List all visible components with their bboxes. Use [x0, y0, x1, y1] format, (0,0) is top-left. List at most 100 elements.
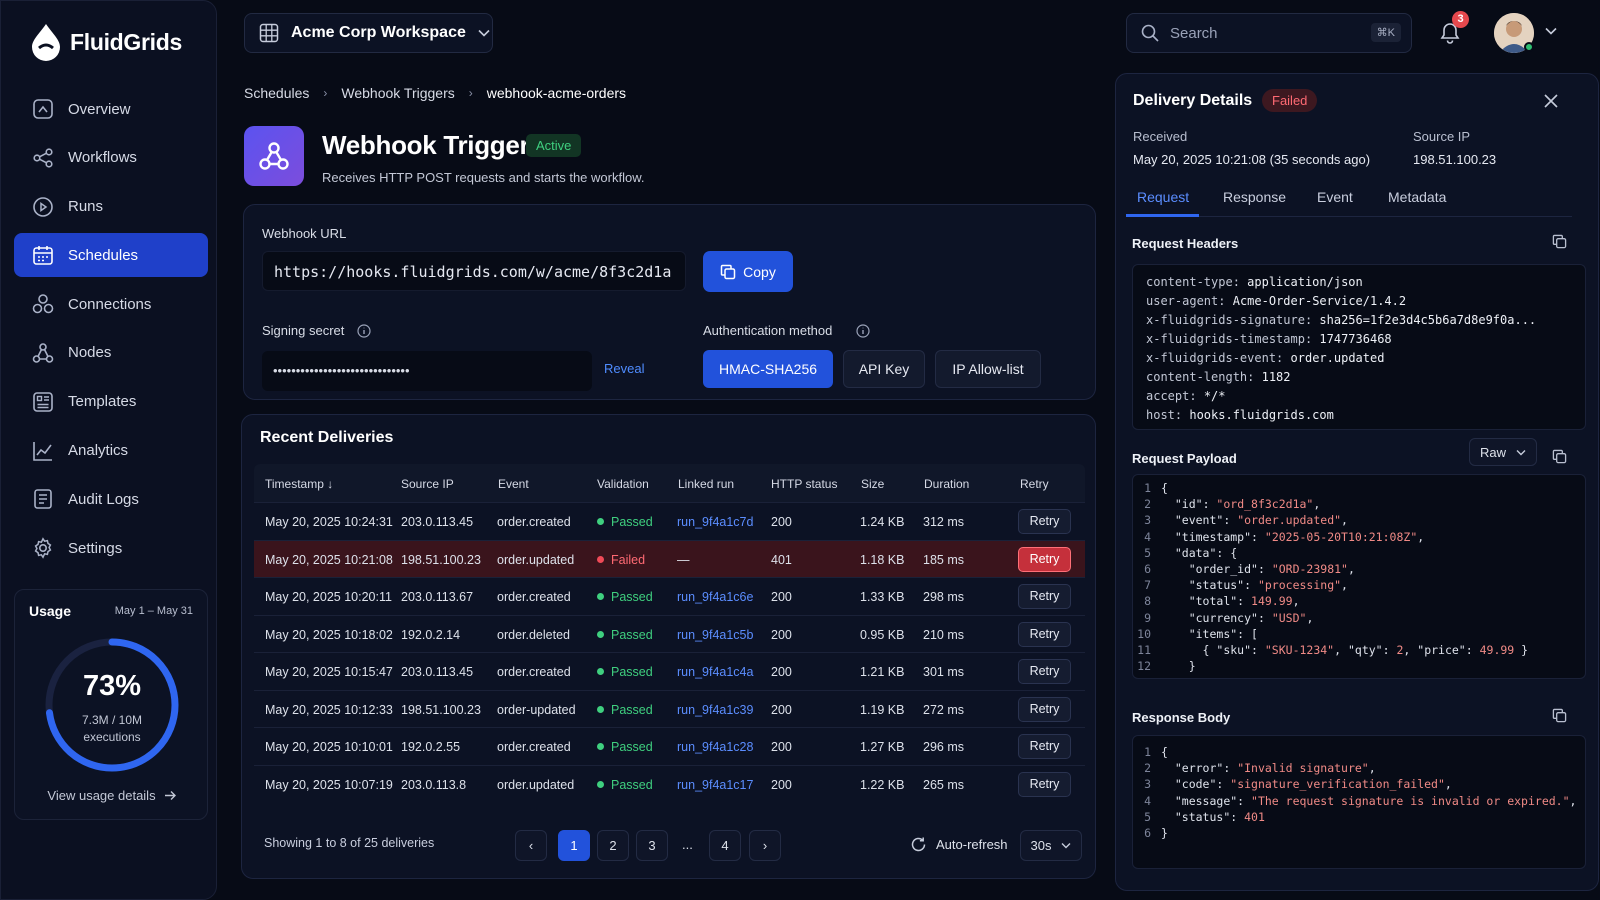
page-2-button[interactable]: 2 [597, 830, 629, 861]
retry-button[interactable]: Retry [1018, 621, 1071, 647]
sidebar-item-templates[interactable]: Templates [14, 380, 208, 424]
cell-linked-run[interactable]: run_9f4a1c5b [677, 628, 753, 642]
workspace-switcher[interactable]: Acme Corp Workspace [244, 13, 493, 53]
auth-api-key-button[interactable]: API Key [843, 350, 925, 388]
retry-button[interactable]: Retry [1018, 509, 1071, 534]
workspace-name: Acme Corp Workspace [291, 24, 466, 41]
cell-validation: Passed [597, 590, 653, 604]
sidebar-item-connections[interactable]: Connections [14, 282, 208, 326]
sidebar-item-analytics[interactable]: Analytics [14, 429, 208, 473]
retry-button[interactable]: Retry [1018, 734, 1071, 759]
table-row[interactable]: May 20, 2025 10:20:11 203.0.113.67 order.c… [254, 577, 1085, 614]
logo[interactable]: FluidGrids [30, 23, 182, 61]
auto-refresh-toggle[interactable]: Auto-refresh [910, 836, 1008, 853]
webhook-url-field[interactable]: https://hooks.fluidgrids.com/w/acme/8f3c… [262, 251, 686, 291]
refresh-interval-select[interactable]: 30s [1020, 830, 1082, 861]
tab-request[interactable]: Request [1137, 189, 1189, 205]
header-key: x-fluidgrids-signature: [1146, 313, 1313, 327]
cell-linked-run[interactable]: run_9f4a1c28 [677, 740, 753, 754]
tab-event[interactable]: Event [1317, 189, 1353, 205]
info-icon[interactable] [856, 324, 870, 338]
sidebar-item-overview[interactable]: Overview [14, 87, 208, 131]
table-row[interactable]: May 20, 2025 10:12:33 198.51.100.23 order-… [254, 689, 1085, 727]
header-line: x-fluidgrids-signature: sha256=1f2e3d4c5… [1146, 311, 1572, 330]
table-row[interactable]: May 20, 2025 10:07:19 203.0.113.8 order.up… [254, 764, 1085, 802]
retry-button[interactable]: Retry [1018, 696, 1071, 722]
code-line: 4 "timestamp": "2025-05-20T10:21:08Z", [1133, 529, 1585, 545]
chevron-right-icon: › [323, 86, 328, 100]
retry-button[interactable]: Retry [1018, 546, 1071, 572]
copy-icon[interactable] [1552, 449, 1567, 464]
table-row[interactable]: May 20, 2025 10:10:01 192.0.2.55 order.cre… [254, 727, 1085, 764]
cell-linked-run[interactable]: run_9f4a1c39 [677, 703, 753, 717]
code-line: 7 "status": "processing", [1133, 577, 1585, 593]
sidebar-item-workflows[interactable]: Workflows [14, 136, 208, 180]
col-timestamp[interactable]: Timestamp ↓ [265, 477, 333, 491]
auto-refresh-label: Auto-refresh [936, 837, 1008, 852]
page-3-button[interactable]: 3 [636, 830, 668, 861]
code-text: "order_id": "ORD-23981", [1188, 562, 1355, 577]
sidebar-item-settings[interactable]: Settings [14, 526, 208, 570]
table-row[interactable]: May 20, 2025 10:18:02 192.0.2.14 order.del… [254, 614, 1085, 652]
analytics-icon [33, 441, 52, 461]
cell-linked-run[interactable]: run_9f4a1c4a [677, 665, 753, 679]
auth-ip-allowlist-button[interactable]: IP Allow-list [935, 350, 1041, 388]
line-number: 10 [1137, 626, 1151, 641]
cell-event: order.created [497, 740, 571, 754]
view-usage-link[interactable]: View usage details [15, 788, 209, 803]
cell-linked-run: — [677, 552, 690, 567]
page-4-button[interactable]: 4 [709, 830, 741, 861]
page-1-button[interactable]: 1 [558, 830, 590, 861]
table-row[interactable]: May 20, 2025 10:24:31 203.0.113.45 order.c… [254, 502, 1085, 539]
retry-button[interactable]: Retry [1018, 659, 1071, 684]
sidebar-item-label: Analytics [68, 442, 129, 460]
copy-icon[interactable] [1552, 234, 1567, 249]
close-icon[interactable] [1543, 93, 1559, 109]
sidebar-item-schedules[interactable]: Schedules [14, 233, 208, 278]
cell-linked-run[interactable]: run_9f4a1c7d [677, 515, 753, 529]
validation-dot [597, 630, 604, 638]
next-page-button[interactable]: › [749, 830, 781, 861]
code-text: { [1161, 745, 1168, 759]
retry-button[interactable]: Retry [1018, 584, 1071, 609]
cell-http-status: 200 [771, 740, 792, 754]
payload-format-select[interactable]: Raw [1469, 438, 1537, 466]
breadcrumb-schedules[interactable]: Schedules [244, 85, 309, 101]
search-box[interactable]: Search ⌘K [1126, 13, 1412, 53]
code-text: "currency": "USD", [1188, 610, 1314, 625]
col-validation: Validation [597, 477, 649, 491]
header-value: 1747736468 [1319, 332, 1392, 346]
breadcrumb-webhook-triggers[interactable]: Webhook Triggers [341, 85, 454, 101]
gear-icon [34, 537, 52, 559]
line-number: 1 [1144, 745, 1151, 759]
prev-page-button[interactable]: ‹ [515, 830, 547, 861]
signing-secret-field[interactable]: •••••••••••••••••••••••••••••• [262, 351, 592, 391]
sidebar-item-nodes[interactable]: Nodes [14, 331, 208, 375]
cell-validation: Passed [597, 515, 653, 529]
code-text: "status": "processing", [1188, 578, 1348, 593]
retry-button[interactable]: Retry [1018, 771, 1071, 797]
workflows-icon [33, 148, 53, 168]
info-icon[interactable] [357, 324, 371, 338]
webhook-icon [259, 142, 289, 170]
copy-url-button[interactable]: Copy [703, 251, 793, 292]
col-retry: Retry [1020, 477, 1049, 491]
cell-size: 1.21 KB [860, 665, 905, 679]
cell-linked-run[interactable]: run_9f4a1c6e [677, 590, 753, 604]
tab-metadata[interactable]: Metadata [1388, 189, 1446, 205]
sidebar-nav: Overview Workflows Runs Schedules Connection… [14, 87, 208, 575]
code-line: 12 } [1133, 658, 1585, 674]
header-key: host: [1146, 408, 1183, 422]
tab-response[interactable]: Response [1223, 189, 1286, 205]
validation-dot [597, 593, 604, 600]
table-row[interactable]: May 20, 2025 10:21:08 198.51.100.23 order.… [254, 539, 1085, 577]
reveal-secret-link[interactable]: Reveal [604, 361, 644, 376]
sidebar-item-runs[interactable]: Runs [14, 185, 208, 229]
chevron-down-icon[interactable] [1545, 27, 1557, 35]
copy-icon[interactable] [1552, 708, 1567, 723]
cell-linked-run[interactable]: run_9f4a1c17 [677, 778, 753, 792]
cell-source-ip: 203.0.113.67 [401, 590, 474, 604]
sidebar-item-audit-logs[interactable]: Audit Logs [14, 477, 208, 521]
table-row[interactable]: May 20, 2025 10:15:47 203.0.113.45 order.c… [254, 652, 1085, 689]
auth-hmac-button[interactable]: HMAC-SHA256 [703, 350, 833, 388]
